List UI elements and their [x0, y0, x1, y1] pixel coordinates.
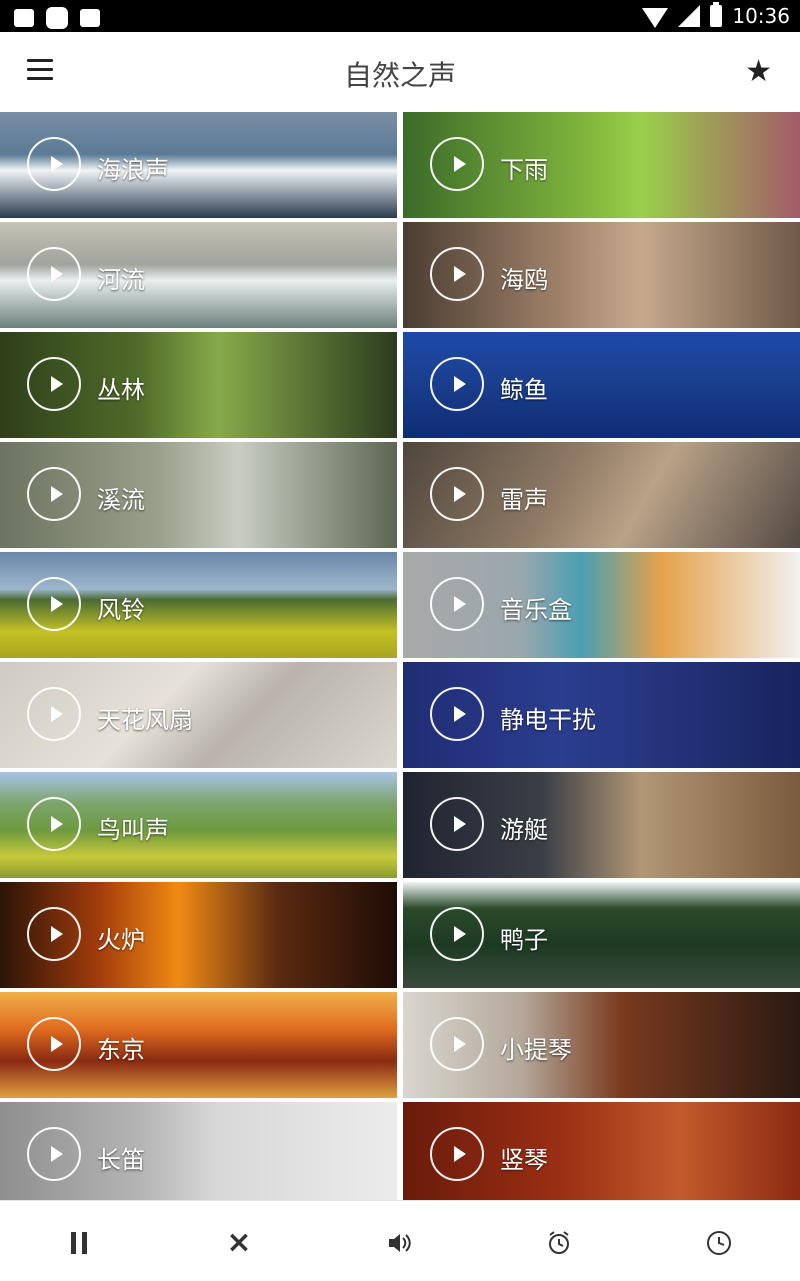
- sound-tile[interactable]: 游艇: [403, 772, 800, 878]
- star-icon[interactable]: ★: [745, 54, 772, 89]
- image-notification-icon: [14, 9, 34, 27]
- play-icon[interactable]: [27, 247, 81, 301]
- sound-tile[interactable]: 丛林: [0, 332, 397, 438]
- sound-grid: 海浪声 下雨河流 海鸥丛林 鲸鱼溪流 雷声风铃 音乐盒天花风扇 静电干扰鸟叫声 游艇火炉 鸭子东…: [0, 112, 800, 1200]
- sound-tile[interactable]: 海鸥: [403, 222, 800, 328]
- play-icon[interactable]: [430, 1127, 484, 1181]
- alarm-button[interactable]: [539, 1223, 579, 1263]
- sound-label: 海鸥: [500, 266, 548, 294]
- sound-tile[interactable]: 风铃: [0, 552, 397, 658]
- play-icon[interactable]: [430, 247, 484, 301]
- play-icon[interactable]: [27, 137, 81, 191]
- play-icon[interactable]: [27, 1017, 81, 1071]
- play-icon[interactable]: [430, 1017, 484, 1071]
- text-notification-icon: [80, 9, 100, 27]
- close-icon: ×: [226, 1225, 252, 1260]
- signal-icon: [678, 5, 701, 27]
- play-icon[interactable]: [27, 1127, 81, 1181]
- battery-icon: [710, 2, 723, 27]
- sound-tile[interactable]: 天花风扇: [0, 662, 397, 768]
- sound-label: 静电干扰: [500, 706, 596, 734]
- sound-label: 溪流: [97, 486, 145, 514]
- play-icon[interactable]: [27, 907, 81, 961]
- sound-tile[interactable]: 音乐盒: [403, 552, 800, 658]
- sound-tile[interactable]: 海浪声: [0, 112, 397, 218]
- sound-tile[interactable]: 东京: [0, 992, 397, 1098]
- sound-tile[interactable]: 鸭子: [403, 882, 800, 988]
- sound-tile[interactable]: 河流: [0, 222, 397, 328]
- play-icon[interactable]: [27, 357, 81, 411]
- bottom-bar: ×: [0, 1200, 800, 1281]
- sound-tile[interactable]: 长笛: [0, 1102, 397, 1200]
- sound-label: 天花风扇: [97, 706, 193, 734]
- pause-button[interactable]: [59, 1223, 99, 1263]
- sound-label: 小提琴: [500, 1036, 572, 1064]
- close-button[interactable]: ×: [219, 1223, 259, 1263]
- sound-label: 东京: [97, 1036, 145, 1064]
- timer-icon: [707, 1231, 731, 1255]
- wifi-icon: [642, 8, 669, 28]
- timer-button[interactable]: [699, 1223, 739, 1263]
- sound-label: 海浪声: [97, 156, 169, 184]
- sound-label: 雷声: [500, 486, 548, 514]
- play-icon[interactable]: [430, 467, 484, 521]
- play-icon[interactable]: [430, 687, 484, 741]
- sound-tile[interactable]: 鸟叫声: [0, 772, 397, 878]
- app-notification-icon: [46, 7, 68, 29]
- sound-label: 鲸鱼: [500, 376, 548, 404]
- status-right: 10:36: [642, 2, 790, 28]
- alarm-icon: [549, 1231, 569, 1254]
- sound-label: 竖琴: [500, 1146, 548, 1174]
- sound-label: 鸟叫声: [97, 816, 169, 844]
- sound-label: 鸭子: [500, 926, 548, 954]
- volume-icon: [389, 1234, 411, 1252]
- sound-tile[interactable]: 火炉: [0, 882, 397, 988]
- play-icon[interactable]: [27, 467, 81, 521]
- sound-tile[interactable]: 小提琴: [403, 992, 800, 1098]
- sound-tile[interactable]: 竖琴: [403, 1102, 800, 1200]
- sound-tile[interactable]: 溪流: [0, 442, 397, 548]
- page-title: 自然之声: [343, 59, 456, 92]
- play-icon[interactable]: [430, 797, 484, 851]
- sound-label: 火炉: [97, 926, 145, 954]
- sound-tile[interactable]: 静电干扰: [403, 662, 800, 768]
- app-bar: 自然之声 ★: [0, 32, 800, 112]
- sound-tile[interactable]: 下雨: [403, 112, 800, 218]
- play-icon[interactable]: [430, 357, 484, 411]
- status-bar: 10:36: [0, 0, 800, 32]
- play-icon[interactable]: [27, 687, 81, 741]
- play-icon[interactable]: [430, 137, 484, 191]
- sound-label: 音乐盒: [500, 596, 572, 624]
- pause-icon: [71, 1232, 87, 1254]
- sound-label: 游艇: [500, 816, 548, 844]
- sound-label: 长笛: [97, 1146, 145, 1174]
- sound-label: 丛林: [97, 376, 145, 404]
- play-icon[interactable]: [27, 797, 81, 851]
- play-icon[interactable]: [430, 907, 484, 961]
- sound-label: 河流: [97, 266, 145, 294]
- status-time: 10:36: [732, 4, 790, 28]
- sound-tile[interactable]: 鲸鱼: [403, 332, 800, 438]
- status-notifications: [14, 7, 100, 29]
- volume-button[interactable]: [379, 1223, 419, 1263]
- sound-label: 风铃: [97, 596, 145, 624]
- sound-tile[interactable]: 雷声: [403, 442, 800, 548]
- sound-label: 下雨: [500, 156, 548, 184]
- play-icon[interactable]: [430, 577, 484, 631]
- play-icon[interactable]: [27, 577, 81, 631]
